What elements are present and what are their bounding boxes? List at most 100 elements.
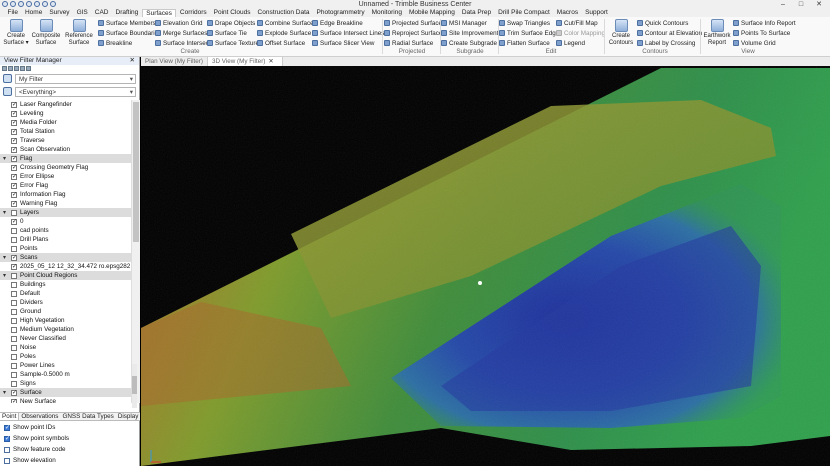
rename-filter-icon[interactable]: [20, 66, 25, 71]
tree-checkbox[interactable]: [11, 263, 17, 270]
tree-category[interactable]: ▾ Flag: [0, 154, 131, 163]
tree-item[interactable]: Power Lines: [0, 361, 131, 370]
tree-checkbox[interactable]: [11, 209, 17, 216]
menu-monitoring[interactable]: Monitoring: [368, 9, 405, 17]
copy-filter-icon[interactable]: [8, 66, 13, 71]
show-elevation-checkbox[interactable]: [4, 457, 10, 464]
surface-boundaries-button[interactable]: Surface Boundaries: [98, 28, 161, 38]
tree-category[interactable]: ▾ Surface: [0, 388, 131, 397]
tree-item[interactable]: Error Ellipse: [0, 172, 131, 181]
tree-item[interactable]: Traverse: [0, 136, 131, 145]
show-feature-code-checkbox[interactable]: [4, 446, 10, 453]
tree-checkbox[interactable]: [11, 308, 17, 315]
tree-checkbox[interactable]: [11, 110, 17, 117]
tree-item[interactable]: Medium Vegetation: [0, 325, 131, 334]
tree-checkbox[interactable]: [11, 380, 17, 387]
close-button[interactable]: ✕: [810, 0, 828, 9]
tree-checkbox[interactable]: [11, 164, 17, 171]
expand-icon[interactable]: ▾: [3, 209, 9, 216]
tree-checkbox[interactable]: [11, 299, 17, 306]
projected-surface-button[interactable]: Projected Surface: [384, 18, 442, 28]
scope-select[interactable]: <Everything>: [15, 86, 136, 97]
options-scrollbar-thumb[interactable]: [132, 376, 137, 394]
create-surface-button[interactable]: Create Surface ▾: [1, 19, 31, 47]
tree-checkbox[interactable]: [11, 245, 17, 252]
tree-item[interactable]: Sample-0.5000 m: [0, 370, 131, 379]
breakline-button[interactable]: Breakline: [98, 38, 161, 48]
menu-gis[interactable]: GIS: [73, 9, 91, 17]
tree-item[interactable]: Media Folder: [0, 118, 131, 127]
menu-construction-data[interactable]: Construction Data: [254, 9, 313, 17]
tree-checkbox[interactable]: [11, 398, 17, 403]
minimize-button[interactable]: –: [774, 0, 792, 9]
reproject-surface-button[interactable]: Reproject Surface: [384, 28, 442, 38]
menu-drafting[interactable]: Drafting: [112, 9, 142, 17]
tree-item[interactable]: Points: [0, 244, 131, 253]
tree-checkbox[interactable]: [11, 182, 17, 189]
tree-item[interactable]: Default: [0, 289, 131, 298]
earthwork-report-button[interactable]: Earthwork Report: [702, 19, 732, 47]
tree-item[interactable]: Buildings: [0, 280, 131, 289]
contour-at-elevation-button[interactable]: Contour at Elevation: [637, 28, 702, 38]
trim-surface-edge-button[interactable]: Trim Surface Edge: [499, 28, 559, 38]
offset-surface-button[interactable]: Offset Surface: [257, 38, 317, 48]
tree-item[interactable]: Information Flag: [0, 190, 131, 199]
tab-gnss-data-types[interactable]: GNSS Data Types: [60, 413, 115, 420]
menu-cad[interactable]: CAD: [91, 9, 112, 17]
tree-category[interactable]: ▾ Point Cloud Regions: [0, 271, 131, 280]
elevation-grid-button[interactable]: Elevation Grid: [155, 18, 211, 28]
expand-icon[interactable]: ▾: [3, 155, 9, 162]
expand-icon[interactable]: ▾: [3, 254, 9, 261]
tree-checkbox[interactable]: [11, 281, 17, 288]
radial-surface-button[interactable]: Radial Surface: [384, 38, 442, 48]
create-contours-button[interactable]: Create Contours: [606, 19, 636, 47]
tree-checkbox[interactable]: [11, 335, 17, 342]
surface-members-button[interactable]: Surface Members: [98, 18, 161, 28]
show-point-symbols-option[interactable]: Show point symbols: [0, 433, 140, 444]
cut-fill-map-button[interactable]: Cut/Fill Map: [556, 18, 605, 28]
show-elevation-option[interactable]: Show elevation: [0, 455, 140, 466]
reference-surface-button[interactable]: Reference Surface: [64, 19, 94, 47]
quick-contours-button[interactable]: Quick Contours: [637, 18, 702, 28]
show-point-symbols-checkbox[interactable]: [4, 435, 10, 442]
tree-checkbox[interactable]: [11, 173, 17, 180]
tree-checkbox[interactable]: [11, 137, 17, 144]
volume-grid-button[interactable]: Volume Grid: [733, 38, 796, 48]
expand-icon[interactable]: ▾: [3, 389, 9, 396]
tree-category[interactable]: ▾ Scans: [0, 253, 131, 262]
tree-item[interactable]: High Vegetation: [0, 316, 131, 325]
show-point-ids-option[interactable]: Show point IDs: [0, 422, 140, 433]
tree-checkbox[interactable]: [11, 236, 17, 243]
flatten-surface-button[interactable]: Flatten Surface: [499, 38, 559, 48]
tree-item[interactable]: 2025_05_12 12_32_34.472 ro.epsg282: [0, 262, 131, 271]
tree-item[interactable]: cad points: [0, 226, 131, 235]
filter-select[interactable]: My Filter: [15, 73, 136, 84]
tab-display[interactable]: Display: [116, 413, 141, 420]
points-to-surface-button[interactable]: Points To Surface: [733, 28, 796, 38]
filter-options-icon[interactable]: [26, 66, 31, 71]
surface-intersect-button[interactable]: Surface Intersect: [155, 38, 211, 48]
menu-home[interactable]: Home: [21, 9, 45, 17]
tree-checkbox[interactable]: [11, 272, 17, 279]
tree-category[interactable]: ▾ Layers: [0, 208, 131, 217]
tree-item[interactable]: Never Classified: [0, 334, 131, 343]
tree-checkbox[interactable]: [11, 101, 17, 108]
tree-item[interactable]: Laser Rangefinder: [0, 100, 131, 109]
tree-item[interactable]: Noise: [0, 343, 131, 352]
color-mapping-button[interactable]: Color Mapping: [556, 28, 605, 38]
tree-checkbox[interactable]: [11, 200, 17, 207]
tree-checkbox[interactable]: [11, 155, 17, 162]
show-feature-code-option[interactable]: Show feature code: [0, 444, 140, 455]
swap-triangles-button[interactable]: Swap Triangles: [499, 18, 559, 28]
explode-surface-button[interactable]: Explode Surface: [257, 28, 317, 38]
tree-item[interactable]: Leveling: [0, 109, 131, 118]
tree-checkbox[interactable]: [11, 389, 17, 396]
menu-support[interactable]: Support: [582, 9, 612, 17]
create-subgrade-button[interactable]: Create Subgrade: [441, 38, 498, 48]
legend-button[interactable]: Legend: [556, 38, 605, 48]
menu-surfaces[interactable]: Surfaces: [141, 9, 177, 17]
tab-close-icon[interactable]: ✕: [265, 58, 277, 65]
edge-breakline-button[interactable]: Edge Breakline: [312, 18, 384, 28]
tree-item[interactable]: New Surface: [0, 397, 131, 403]
options-scrollbar[interactable]: [132, 364, 137, 408]
